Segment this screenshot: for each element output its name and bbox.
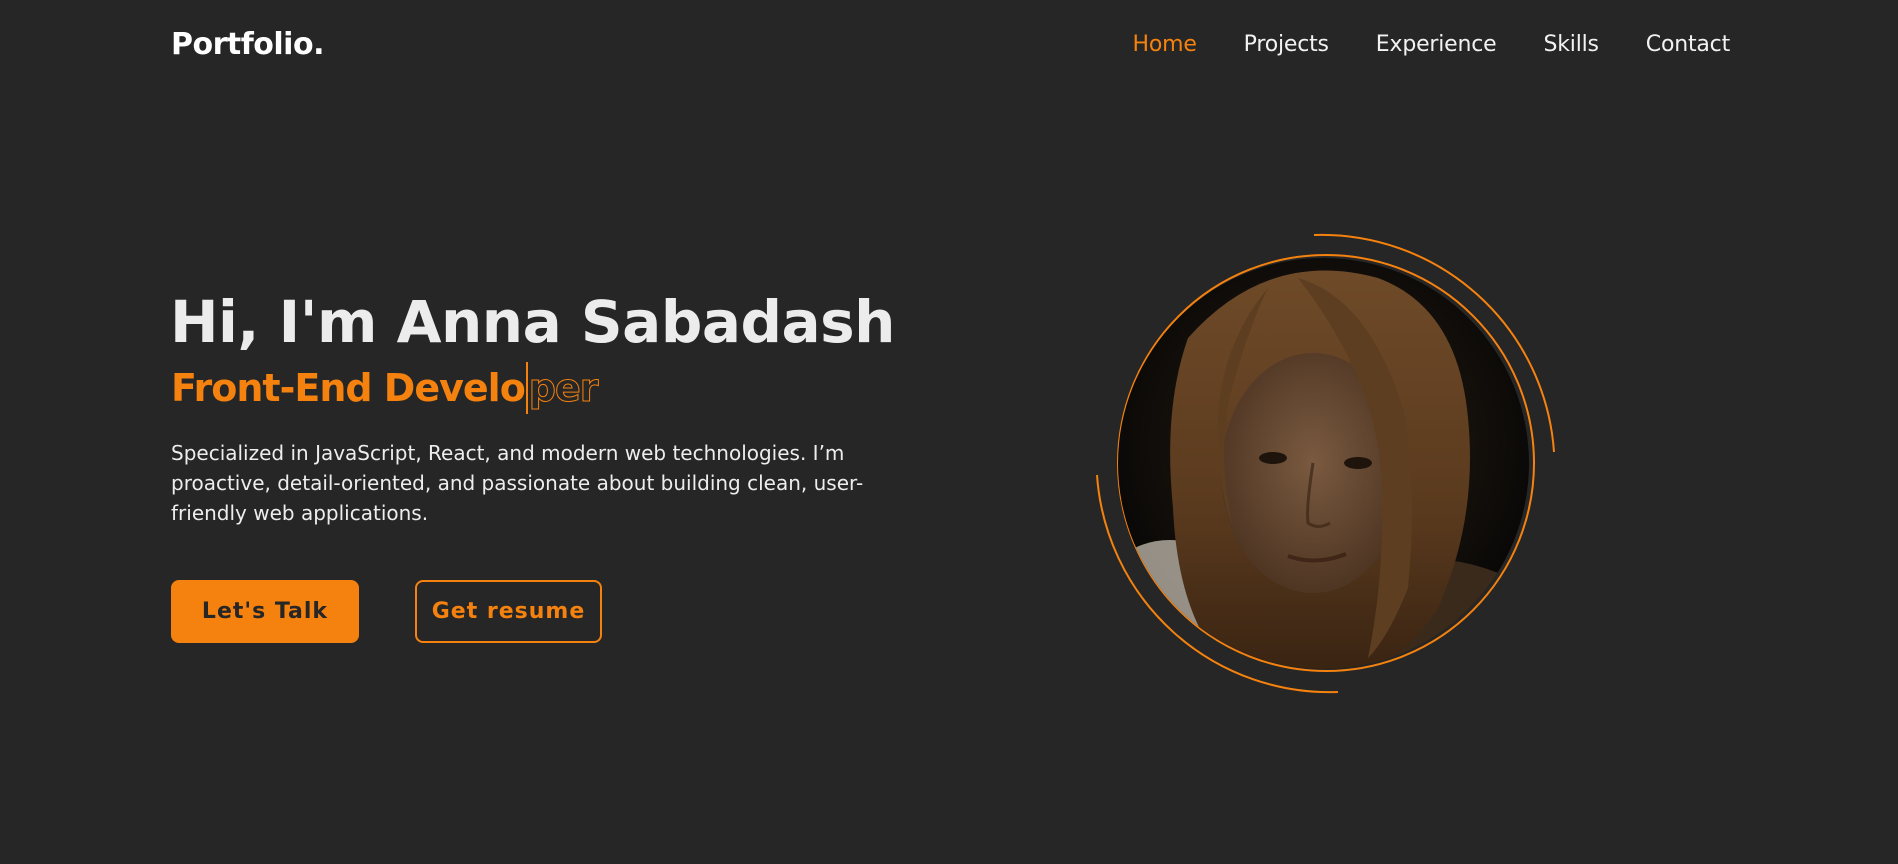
portrait-photo [1118,258,1529,669]
nav-contact[interactable]: Contact [1646,32,1730,57]
lets-talk-button[interactable]: Let's Talk [171,580,359,643]
role-typewriter: Front-End Develo per [171,362,599,414]
role-remaining-text: per [528,366,599,411]
intro-text: Specialized in JavaScript, React, and mo… [171,441,864,525]
get-resume-button[interactable]: Get resume [415,580,602,643]
nav-projects[interactable]: Projects [1244,32,1329,57]
portrait-container [1090,230,1570,710]
nav-skills[interactable]: Skills [1543,32,1599,57]
site-logo[interactable]: Portfolio. [171,27,324,62]
hero-title: Hi, I'm Anna Sabadash [170,288,895,356]
nav-home[interactable]: Home [1132,32,1196,57]
portrait-photo-icon [1118,258,1529,669]
typing-cursor [525,362,528,414]
role-typed-text: Front-End Develo [171,366,526,410]
main-nav: Home Projects Experience Skills Contact [1132,32,1730,57]
nav-experience[interactable]: Experience [1376,32,1497,57]
